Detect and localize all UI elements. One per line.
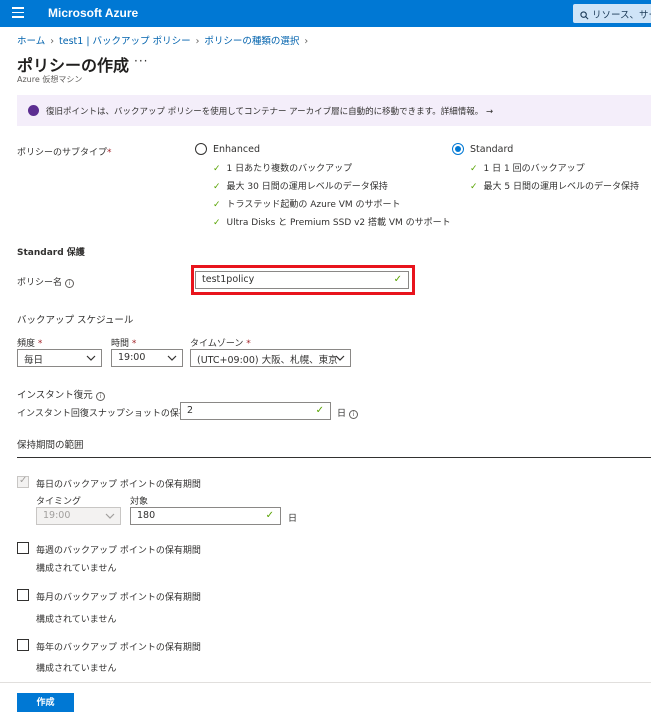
yearly-retention-checkbox[interactable]: [17, 639, 29, 651]
footer-divider: [0, 682, 651, 683]
standard-radio[interactable]: [452, 143, 464, 155]
instant-retention-unit: 日 i: [337, 406, 358, 419]
instant-retention-label: インスタント回復スナップショットの保有期間: [17, 409, 206, 419]
highlight-box: [191, 265, 415, 295]
info-icon[interactable]: i: [64, 279, 74, 288]
page-subtitle: Azure 仮想マシン: [17, 75, 83, 84]
frequency-label: 頻度 *: [17, 339, 43, 349]
daily-target-input[interactable]: 180 ✓: [130, 507, 281, 525]
enhanced-feature: ✓ 最大 30 日間の運用レベルのデータ保持: [213, 182, 388, 192]
search-icon: [580, 11, 589, 20]
weekly-retention-checkbox[interactable]: [17, 542, 29, 554]
check-icon: ✓: [213, 164, 221, 174]
chevron-down-icon: [335, 355, 345, 361]
daily-target-label: 対象: [130, 497, 149, 507]
top-bar: Microsoft Azure リソース、サービ: [0, 0, 651, 27]
daily-timing-select[interactable]: 19:00: [36, 507, 121, 525]
enhanced-radio-label[interactable]: Enhanced: [213, 144, 260, 155]
rocket-icon: [28, 105, 39, 116]
enhanced-feature: ✓ Ultra Disks と Premium SSD v2 搭載 VM のサポー…: [213, 218, 451, 228]
check-icon: ✓: [213, 182, 221, 192]
chevron-down-icon: [86, 355, 96, 361]
yearly-retention-label: 毎年のバックアップ ポイントの保有期間: [36, 643, 201, 653]
timezone-label: タイムゾーン *: [190, 339, 251, 349]
check-icon: ✓: [213, 218, 221, 228]
chevron-down-icon: [167, 355, 177, 361]
monthly-retention-label: 毎月のバックアップ ポイントの保有期間: [36, 593, 201, 603]
check-icon: ✓: [265, 510, 274, 521]
banner-text[interactable]: 復旧ポイントは、バックアップ ポリシーを使用してコンテナー アーカイブ層に自動的…: [46, 105, 493, 117]
info-icon[interactable]: i: [348, 410, 358, 419]
chevron-right-icon: ›: [50, 36, 55, 47]
more-options-icon[interactable]: ···: [134, 54, 148, 68]
hamburger-menu-icon[interactable]: [12, 7, 24, 19]
time-label: 時間 *: [111, 339, 137, 349]
standard-radio-label[interactable]: Standard: [470, 144, 513, 155]
daily-timing-label: タイミング: [36, 497, 82, 507]
info-banner: 復旧ポイントは、バックアップ ポリシーを使用してコンテナー アーカイブ層に自動的…: [17, 95, 651, 126]
frequency-select[interactable]: 毎日: [17, 349, 102, 367]
weekly-retention-label: 毎週のバックアップ ポイントの保有期間: [36, 546, 201, 556]
breadcrumb-home[interactable]: ホーム: [17, 36, 45, 47]
enhanced-feature: ✓ 1 日あたり複数のバックアップ: [213, 164, 353, 174]
daily-target-unit: 日: [288, 514, 298, 524]
breadcrumb: ホーム › test1 | バックアップ ポリシー › ポリシーの種類の選択 ›: [17, 33, 313, 47]
check-icon: ✓: [470, 182, 478, 192]
instant-restore-title: インスタント復元 i: [17, 387, 105, 401]
page-title: ポリシーの作成: [17, 56, 130, 75]
retention-range-title: 保持期間の範囲: [17, 440, 84, 451]
schedule-title: バックアップ スケジュール: [17, 315, 134, 326]
check-icon: ✓: [213, 200, 221, 210]
policy-name-label: ポリシー名 i: [17, 275, 74, 288]
divider: [17, 457, 651, 458]
chevron-right-icon: ›: [195, 36, 200, 47]
chevron-right-icon: ›: [304, 36, 309, 47]
enhanced-radio[interactable]: [195, 143, 207, 155]
monthly-retention-checkbox[interactable]: [17, 589, 29, 601]
chevron-down-icon: [105, 513, 115, 519]
yearly-retention-note: 構成されていません: [36, 664, 117, 674]
timezone-select[interactable]: (UTC+09:00) 大阪、札幌、東京: [190, 349, 351, 367]
daily-retention-label: 毎日のバックアップ ポイントの保有期間: [36, 480, 201, 490]
create-button[interactable]: 作成: [17, 693, 74, 712]
enhanced-feature: ✓ トラステッド起動の Azure VM のサポート: [213, 200, 401, 210]
breadcrumb-backup-policy[interactable]: test1 | バックアップ ポリシー: [59, 36, 191, 47]
brand-title[interactable]: Microsoft Azure: [48, 6, 138, 20]
search-placeholder: リソース、サービ: [592, 10, 651, 21]
breadcrumb-policy-type[interactable]: ポリシーの種類の選択: [204, 36, 299, 47]
time-select[interactable]: 19:00: [111, 349, 183, 367]
search-box[interactable]: リソース、サービ: [573, 4, 651, 23]
weekly-retention-note: 構成されていません: [36, 564, 117, 574]
info-icon[interactable]: i: [95, 392, 105, 401]
daily-retention-checkbox[interactable]: [17, 475, 29, 488]
instant-retention-input[interactable]: 2 ✓: [180, 402, 331, 420]
check-icon: ✓: [470, 164, 478, 174]
standard-feature: ✓ 最大 5 日間の運用レベルのデータ保持: [470, 182, 639, 192]
standard-feature: ✓ 1 日 1 回のバックアップ: [470, 164, 585, 174]
standard-section-title: Standard 保護: [17, 248, 85, 258]
check-icon: ✓: [315, 405, 324, 416]
subtype-label: ポリシーのサブタイプ*: [17, 148, 112, 158]
monthly-retention-note: 構成されていません: [36, 615, 117, 625]
